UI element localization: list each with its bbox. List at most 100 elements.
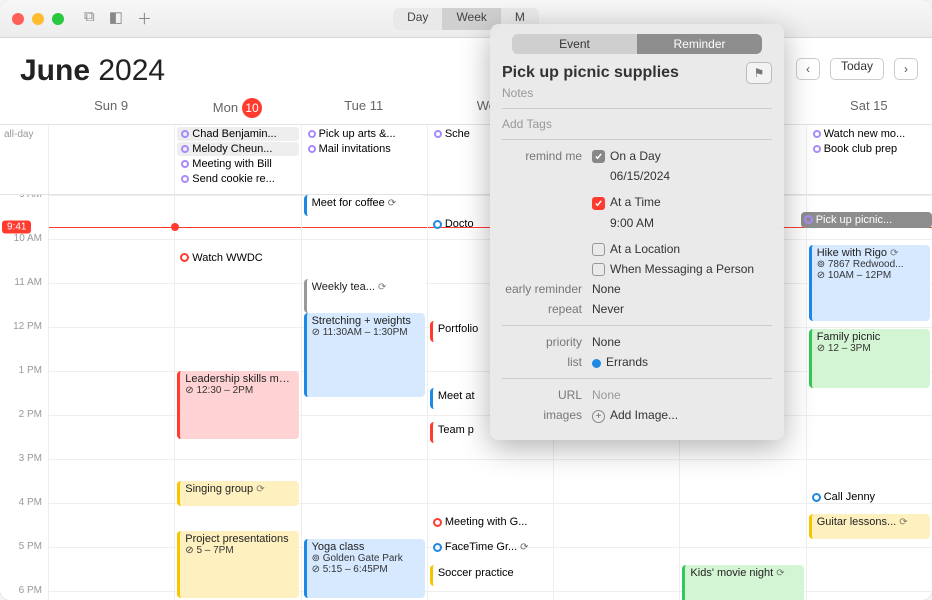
at-location-checkbox[interactable]: [592, 243, 605, 256]
prev-week-button[interactable]: ‹: [796, 58, 820, 80]
sidebar-toggle-icon[interactable]: ⧉: [84, 8, 95, 29]
reminder-dot-icon: [180, 253, 189, 262]
calendar-event[interactable]: Soccer practice: [430, 565, 551, 586]
calendar-event[interactable]: Project presentations⊘ 5 – 7PM: [177, 531, 298, 598]
calendar-event[interactable]: Singing group ⟳: [177, 481, 298, 506]
reminder-dot-icon: [804, 215, 813, 224]
reminder-item[interactable]: Call Jenny: [809, 489, 930, 505]
early-reminder-value[interactable]: None: [592, 282, 772, 296]
at-a-time-checkbox[interactable]: [592, 197, 605, 210]
allday-event[interactable]: Pick up arts &...: [304, 127, 425, 141]
event-dot-icon: [181, 160, 189, 168]
early-reminder-label: early reminder: [502, 282, 592, 296]
add-tags-field[interactable]: Add Tags: [502, 115, 772, 133]
notes-field[interactable]: Notes: [502, 84, 772, 102]
event-title: Send cookie re...: [192, 173, 275, 185]
allday-row: all-day Chad Benjamin...Melody Cheun...M…: [0, 125, 932, 195]
next-week-button[interactable]: ›: [894, 58, 918, 80]
event-title: Soccer practice: [438, 567, 546, 579]
list-color-dot-icon: [592, 359, 601, 368]
flag-icon: ⚑: [754, 66, 765, 80]
reminder-item[interactable]: Pick up picnic...: [801, 212, 932, 228]
event-title: Meet for coffee ⟳: [312, 197, 420, 209]
calendar-event[interactable]: Yoga class⊚ Golden Gate Park⊘ 5:15 – 6:4…: [304, 539, 425, 598]
event-detail: ⊘ 5:15 – 6:45PM: [312, 564, 420, 575]
day-header-row: Sun 9 Mon10 Tue 11 Wed Sat 15: [0, 92, 932, 125]
tab-reminder[interactable]: Reminder: [637, 34, 762, 54]
allday-event[interactable]: Send cookie re...: [177, 172, 298, 186]
allday-event[interactable]: Chad Benjamin...: [177, 127, 298, 141]
allday-event[interactable]: Book club prep: [809, 142, 930, 156]
reminder-item[interactable]: Watch WWDC: [177, 250, 298, 266]
recurring-icon: ⟳: [388, 198, 396, 209]
remind-time[interactable]: 9:00 AM: [592, 216, 772, 230]
day-header: Tue 11: [301, 92, 427, 124]
reminder-popover: Event Reminder Pick up picnic supplies ⚑…: [490, 24, 784, 440]
allday-event[interactable]: Mail invitations: [304, 142, 425, 156]
url-value[interactable]: None: [592, 388, 772, 402]
event-detail: ⊘ 10AM – 12PM: [817, 270, 925, 281]
allday-event[interactable]: Watch new mo...: [809, 127, 930, 141]
add-event-icon[interactable]: ＋: [137, 8, 152, 29]
list-value[interactable]: Errands: [592, 355, 772, 369]
event-dot-icon: [434, 130, 442, 138]
event-detail: ⊚ 7867 Redwood...: [817, 259, 925, 270]
close-window-icon[interactable]: [12, 13, 24, 25]
event-title: Book club prep: [824, 143, 897, 155]
priority-value[interactable]: None: [592, 335, 772, 349]
today-button[interactable]: Today: [830, 58, 884, 80]
hour-label: 11 AM: [0, 277, 48, 321]
day-col-sat[interactable]: Pick up picnic...Hike with Rigo ⟳⊚ 7867 …: [806, 195, 932, 600]
zoom-window-icon[interactable]: [52, 13, 64, 25]
when-messaging-checkbox[interactable]: [592, 263, 605, 276]
calendar-event[interactable]: Kids' movie night ⟳: [682, 565, 803, 600]
window-controls: [12, 13, 64, 25]
time-grid: 9 AM10 AM11 AM12 PM1 PM2 PM3 PM4 PM5 PM6…: [0, 195, 932, 600]
allday-event[interactable]: Meeting with Bill: [177, 157, 298, 171]
event-dot-icon: [813, 130, 821, 138]
allday-event[interactable]: Melody Cheun...: [177, 142, 298, 156]
plus-circle-icon: +: [592, 410, 605, 423]
calendar-event[interactable]: Meet for coffee ⟳: [304, 195, 425, 216]
view-day[interactable]: Day: [393, 8, 442, 30]
recurring-icon: ⟳: [520, 542, 528, 553]
reminder-title: Meeting with G...: [445, 516, 528, 528]
day-col-sun[interactable]: [48, 195, 174, 600]
remind-date[interactable]: 06/15/2024: [592, 169, 772, 183]
calendar-event[interactable]: Leadership skills meeting⊘ 12:30 – 2PM: [177, 371, 298, 438]
list-label: list: [502, 355, 592, 369]
minimize-window-icon[interactable]: [32, 13, 44, 25]
when-messaging-label: When Messaging a Person: [610, 262, 754, 276]
calendar-event[interactable]: Weekly tea... ⟳: [304, 279, 425, 313]
event-dot-icon: [181, 145, 189, 153]
event-title: Sche: [445, 128, 470, 140]
reminder-dot-icon: [812, 493, 821, 502]
event-detail: ⊘ 5 – 7PM: [185, 545, 293, 556]
hour-label: 12 PM: [0, 321, 48, 365]
inbox-icon[interactable]: ◧: [109, 8, 123, 29]
reminder-title[interactable]: Pick up picnic supplies: [502, 64, 738, 82]
event-title: Meeting with Bill: [192, 158, 271, 170]
day-col-mon[interactable]: Watch WWDC Leadership skills meeting⊘ 12:…: [174, 195, 300, 600]
hour-label: 4 PM: [0, 497, 48, 541]
recurring-icon: ⟳: [776, 568, 784, 579]
calendar-event[interactable]: Family picnic⊘ 12 – 3PM: [809, 329, 930, 388]
event-title: Leadership skills meeting: [185, 373, 293, 385]
at-a-time-label: At a Time: [610, 195, 661, 209]
event-title: Project presentations: [185, 533, 293, 545]
event-title: Weekly tea... ⟳: [312, 281, 420, 293]
event-detail: ⊘ 12:30 – 2PM: [185, 385, 293, 396]
event-title: Watch new mo...: [824, 128, 906, 140]
calendar-event[interactable]: Stretching + weights⊘ 11:30AM – 1:30PM: [304, 313, 425, 397]
reminder-item[interactable]: Meeting with G...: [430, 514, 551, 530]
add-image-button[interactable]: +Add Image...: [592, 408, 772, 422]
flag-button[interactable]: ⚑: [746, 62, 772, 84]
calendar-event[interactable]: Hike with Rigo ⟳⊚ 7867 Redwood...⊘ 10AM …: [809, 245, 930, 321]
on-a-day-checkbox[interactable]: [592, 150, 605, 163]
tab-event[interactable]: Event: [512, 34, 637, 54]
reminder-item[interactable]: FaceTime Gr...⟳: [430, 539, 551, 555]
day-header: Sat 15: [806, 92, 932, 124]
repeat-value[interactable]: Never: [592, 302, 772, 316]
day-col-tue[interactable]: Meet for coffee ⟳ Weekly tea... ⟳ Stretchi…: [301, 195, 427, 600]
calendar-event[interactable]: Guitar lessons... ⟳: [809, 514, 930, 539]
